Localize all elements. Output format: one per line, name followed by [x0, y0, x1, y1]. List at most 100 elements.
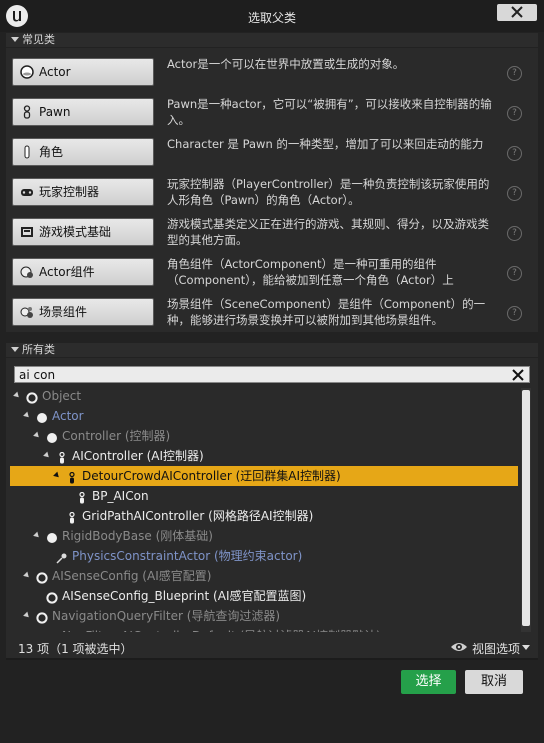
clear-search-icon[interactable] — [511, 368, 525, 382]
class-search-box[interactable] — [14, 366, 530, 383]
help-icon[interactable]: ? — [507, 186, 522, 201]
ring-icon — [46, 590, 58, 604]
actor-icon — [20, 65, 34, 79]
common-class-description: 玩家控制器（PlayerController）是一种负责控制该玩家使用的人形角色… — [167, 177, 490, 207]
help-icon[interactable]: ? — [507, 146, 522, 161]
common-class-label: 游戏模式基础 — [39, 225, 112, 239]
sphere-icon — [46, 430, 58, 443]
eye-icon — [451, 643, 467, 651]
tree-row[interactable]: BP_AICon — [10, 486, 518, 506]
expand-arrow-icon[interactable] — [23, 611, 31, 620]
help-icon[interactable]: ? — [507, 266, 522, 281]
select-button[interactable]: 选择 — [401, 670, 456, 694]
common-class-description: Pawn是一种actor，它可以“被拥有”，可以接收来自控制器的输入。 — [167, 97, 492, 127]
tree-row[interactable]: Actor — [10, 406, 518, 426]
chevron-down-icon — [522, 645, 530, 650]
view-options-label: 视图选项 — [472, 642, 521, 656]
expand-arrow-icon[interactable] — [43, 451, 51, 460]
tree-scrollbar-thumb[interactable] — [522, 390, 530, 626]
tree-row-label: Actor — [52, 409, 84, 423]
common-class-button[interactable]: Actor — [12, 58, 154, 86]
character-icon — [20, 145, 34, 159]
common-class-button[interactable]: Pawn — [12, 98, 154, 126]
common-class-description: 游戏模式基类定义正在进行的游戏、其规则、得分，以及游戏类型的其他方面。 — [167, 217, 489, 247]
common-class-button[interactable]: 游戏模式基础 — [12, 218, 154, 246]
scene-component-icon — [20, 305, 34, 319]
common-class-label: Actor — [39, 65, 71, 79]
expand-arrow-icon[interactable] — [33, 431, 41, 440]
common-class-row: 游戏模式基础 游戏模式基类定义正在进行的游戏、其规则、得分，以及游戏类型的其他方面… — [12, 217, 532, 250]
expand-arrow-icon[interactable] — [23, 411, 31, 420]
tree-row[interactable]: AISenseConfig_Blueprint (AI感官配置蓝图) — [10, 586, 518, 606]
common-classes-title: 常见类 — [22, 33, 55, 46]
common-class-row: 角色 Character 是 Pawn 的一种类型，增加了可以来回走动的能力? — [12, 137, 532, 170]
tree-row[interactable]: PhysicsConstraintActor (物理约束actor) — [10, 546, 518, 566]
common-class-row: 玩家控制器 玩家控制器（PlayerController）是一种负责控制该玩家使用… — [12, 177, 532, 210]
sphere-icon — [36, 410, 48, 423]
common-class-row: 场景组件 场景组件（SceneComponent）是组件（Component）的一… — [12, 297, 532, 330]
tree-row[interactable]: Object — [10, 386, 518, 406]
cancel-button[interactable]: 取消 — [465, 670, 523, 694]
tree-row-label: AISenseConfig (AI感官配置) — [52, 569, 212, 583]
pawn-small-icon — [76, 490, 88, 504]
tree-row-label: PhysicsConstraintActor (物理约束actor) — [72, 549, 303, 563]
common-class-label: 角色 — [39, 145, 64, 159]
common-class-row: Pawn Pawn是一种actor，它可以“被拥有”，可以接收来自控制器的输入。? — [12, 97, 532, 130]
tree-row[interactable]: DetourCrowdAIController (迂回群集AI控制器) — [10, 466, 518, 486]
common-class-description: Character 是 Pawn 的一种类型，增加了可以来回走动的能力 — [167, 137, 484, 151]
expand-arrow-icon[interactable] — [33, 531, 41, 540]
ring-icon — [36, 610, 48, 624]
tree-row[interactable]: GridPathAIController (网格路径AI控制器) — [10, 506, 518, 526]
tree-row[interactable]: RigidBodyBase (刚体基础) — [10, 526, 518, 546]
common-classes-header[interactable]: 常见类 — [6, 33, 538, 47]
common-class-button[interactable]: Actor组件 — [12, 258, 154, 286]
pawn-small-icon — [56, 450, 68, 464]
close-button[interactable] — [497, 4, 537, 21]
tree-row-label: AIController (AI控制器) — [72, 449, 204, 463]
actor-component-icon — [20, 265, 34, 279]
item-count-status: 13 项（1 项被选中） — [18, 642, 133, 656]
tree-row[interactable]: NavFilter_AIControllerDefault (导航过滤器AI控制… — [10, 626, 518, 632]
common-class-label: Actor组件 — [39, 265, 95, 279]
tree-row[interactable]: AIController (AI控制器) — [10, 446, 518, 466]
common-class-description: 角色组件（ActorComponent）是一种可重用的组件（Component）… — [167, 257, 454, 287]
common-class-label: Pawn — [39, 105, 71, 119]
common-class-row: Actor组件 角色组件（ActorComponent）是一种可重用的组件（Com… — [12, 257, 532, 290]
common-class-description: 场景组件（SceneComponent）是组件（Component）的一种，能够… — [167, 297, 486, 327]
class-search-input[interactable] — [19, 367, 499, 382]
common-class-button[interactable]: 玩家控制器 — [12, 178, 154, 206]
ring-icon — [46, 630, 58, 632]
tree-row-label: GridPathAIController (网格路径AI控制器) — [82, 509, 314, 523]
tree-row-label: BP_AICon — [92, 489, 149, 503]
game-mode-icon — [20, 225, 34, 239]
tree-row-label: NavFilter_AIControllerDefault (导航过滤器AI控制… — [62, 626, 381, 632]
title-bar[interactable]: 选取父类 — [0, 0, 544, 32]
help-icon[interactable]: ? — [507, 66, 522, 81]
window-title: 选取父类 — [247, 11, 296, 25]
help-icon[interactable]: ? — [507, 226, 522, 241]
constraint-icon — [56, 550, 68, 564]
tree-row[interactable]: AISenseConfig (AI感官配置) — [10, 566, 518, 586]
ring-icon — [26, 390, 38, 404]
expand-arrow-icon[interactable] — [23, 571, 31, 580]
help-icon[interactable]: ? — [507, 106, 522, 121]
collapse-arrow-icon — [11, 37, 19, 42]
common-class-row: Actor Actor是一个可以在世界中放置或生成的对象。? — [12, 57, 532, 90]
tree-row[interactable]: Controller (控制器) — [10, 426, 518, 446]
tree-row-label: Object — [42, 389, 82, 403]
common-class-button[interactable]: 角色 — [12, 138, 154, 166]
pawn-small-icon — [66, 510, 78, 524]
sphere-icon — [46, 530, 58, 543]
common-class-label: 玩家控制器 — [39, 185, 100, 199]
expand-arrow-icon[interactable] — [53, 471, 61, 480]
common-class-label: 场景组件 — [39, 305, 88, 319]
common-class-button[interactable]: 场景组件 — [12, 298, 154, 326]
common-class-description: Actor是一个可以在世界中放置或生成的对象。 — [167, 57, 405, 71]
tree-row[interactable]: NavigationQueryFilter (导航查询过滤器) — [10, 606, 518, 626]
class-tree[interactable]: Object Actor Controller (控制器) AIController … — [10, 386, 518, 632]
tree-row-label: AISenseConfig_Blueprint (AI感官配置蓝图) — [62, 589, 307, 603]
help-icon[interactable]: ? — [507, 306, 522, 321]
all-classes-header[interactable]: 所有类 — [6, 343, 538, 357]
expand-arrow-icon[interactable] — [13, 391, 21, 400]
all-classes-title: 所有类 — [22, 343, 55, 356]
